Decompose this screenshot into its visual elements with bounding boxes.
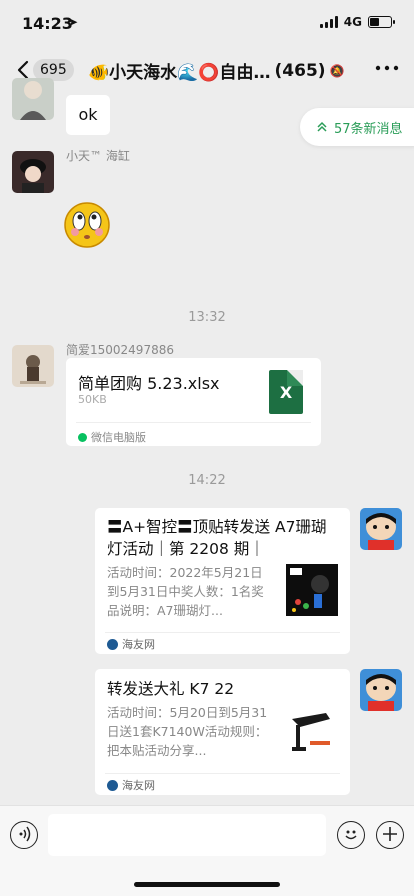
link-source-label: 海友网 xyxy=(122,779,155,792)
more-functions-button[interactable] xyxy=(376,821,404,849)
member-count: (465) xyxy=(274,60,326,81)
link-source-label: 海友网 xyxy=(122,638,155,651)
plus-icon xyxy=(383,827,397,841)
file-message-card[interactable]: 简单团购 5.23.xlsx 50KB X 微信电脑版 xyxy=(66,358,321,446)
new-messages-button[interactable]: 57条新消息 xyxy=(300,108,414,146)
sender-name: 简爱15002497886 xyxy=(66,343,174,357)
avatar-member-1[interactable] xyxy=(12,78,54,120)
site-logo-icon xyxy=(107,779,118,791)
link-source: 海友网 xyxy=(107,777,155,793)
chat-header: 695 🐠小天海水🌊⭕自由… (465) 🔕 xyxy=(0,48,414,92)
status-indicators: 4G xyxy=(319,15,395,29)
avatar-self[interactable] xyxy=(360,669,402,711)
home-indicator xyxy=(134,882,280,887)
divider xyxy=(76,422,311,423)
more-dots-icon xyxy=(375,65,399,71)
file-source-label: 微信电脑版 xyxy=(91,431,146,444)
avatar-member-2[interactable] xyxy=(12,151,54,193)
site-logo-icon xyxy=(107,638,118,650)
file-size: 50KB xyxy=(78,393,107,406)
status-bar: 14:23 ➤ 4G xyxy=(0,0,414,48)
avatar-self[interactable] xyxy=(360,508,402,550)
status-time: 14:23 xyxy=(22,14,73,33)
link-title: 〓A+智控〓顶贴转发送 A7珊瑚灯活动｜第 2208 期｜ xyxy=(107,518,327,558)
message-bubble-text[interactable]: ok xyxy=(66,95,110,135)
message-input[interactable] xyxy=(48,814,326,856)
file-name: 简单团购 5.23.xlsx xyxy=(78,374,220,393)
wechat-pc-icon xyxy=(78,432,87,442)
divider xyxy=(105,773,340,774)
mute-bell-icon: 🔕 xyxy=(329,63,345,78)
sender-name: 小天™ 海缸 xyxy=(66,149,130,163)
link-message-card[interactable]: 转发送大礼 K7 22 活动时间：5月20日到5月31日送1套K7140W活动规… xyxy=(95,669,350,795)
link-thumbnail xyxy=(286,564,338,616)
link-title: 转发送大礼 K7 22 xyxy=(107,680,235,698)
voice-input-button[interactable] xyxy=(10,821,38,849)
new-messages-label: 57条新消息 xyxy=(334,121,403,137)
emoji-button[interactable] xyxy=(337,821,365,849)
signal-icon xyxy=(319,16,338,28)
timestamp: 14:22 xyxy=(188,473,226,488)
link-description: 活动时间：2022年5月21日到5月31日中奖人数：1名奖品说明：A7珊瑚灯..… xyxy=(107,565,264,618)
more-options-button[interactable] xyxy=(374,58,400,82)
group-name: 🐠小天海水🌊⭕自由… xyxy=(88,63,271,83)
smiley-icon xyxy=(345,830,357,840)
voice-icon xyxy=(19,826,31,842)
timestamp: 13:32 xyxy=(188,310,226,325)
file-source: 微信电脑版 xyxy=(78,429,146,445)
battery-icon xyxy=(368,16,395,28)
double-chevron-up-icon xyxy=(317,121,327,132)
link-message-card[interactable]: 〓A+智控〓顶贴转发送 A7珊瑚灯活动｜第 2208 期｜ 活动时间：2022年… xyxy=(95,508,350,654)
chat-title[interactable]: 🐠小天海水🌊⭕自由… (465) 🔕 xyxy=(88,58,358,84)
location-arrow-icon: ➤ xyxy=(68,15,79,29)
excel-file-icon: X xyxy=(269,370,303,414)
divider xyxy=(105,632,340,633)
sticker-emoji[interactable] xyxy=(62,199,112,255)
link-description: 活动时间：5月20日到5月31日送1套K7140W活动规则：把本贴活动分享... xyxy=(107,705,268,758)
avatar-member-3[interactable] xyxy=(12,345,54,387)
link-thumbnail xyxy=(286,707,338,759)
link-source: 海友网 xyxy=(107,636,155,652)
network-label: 4G xyxy=(343,15,362,29)
